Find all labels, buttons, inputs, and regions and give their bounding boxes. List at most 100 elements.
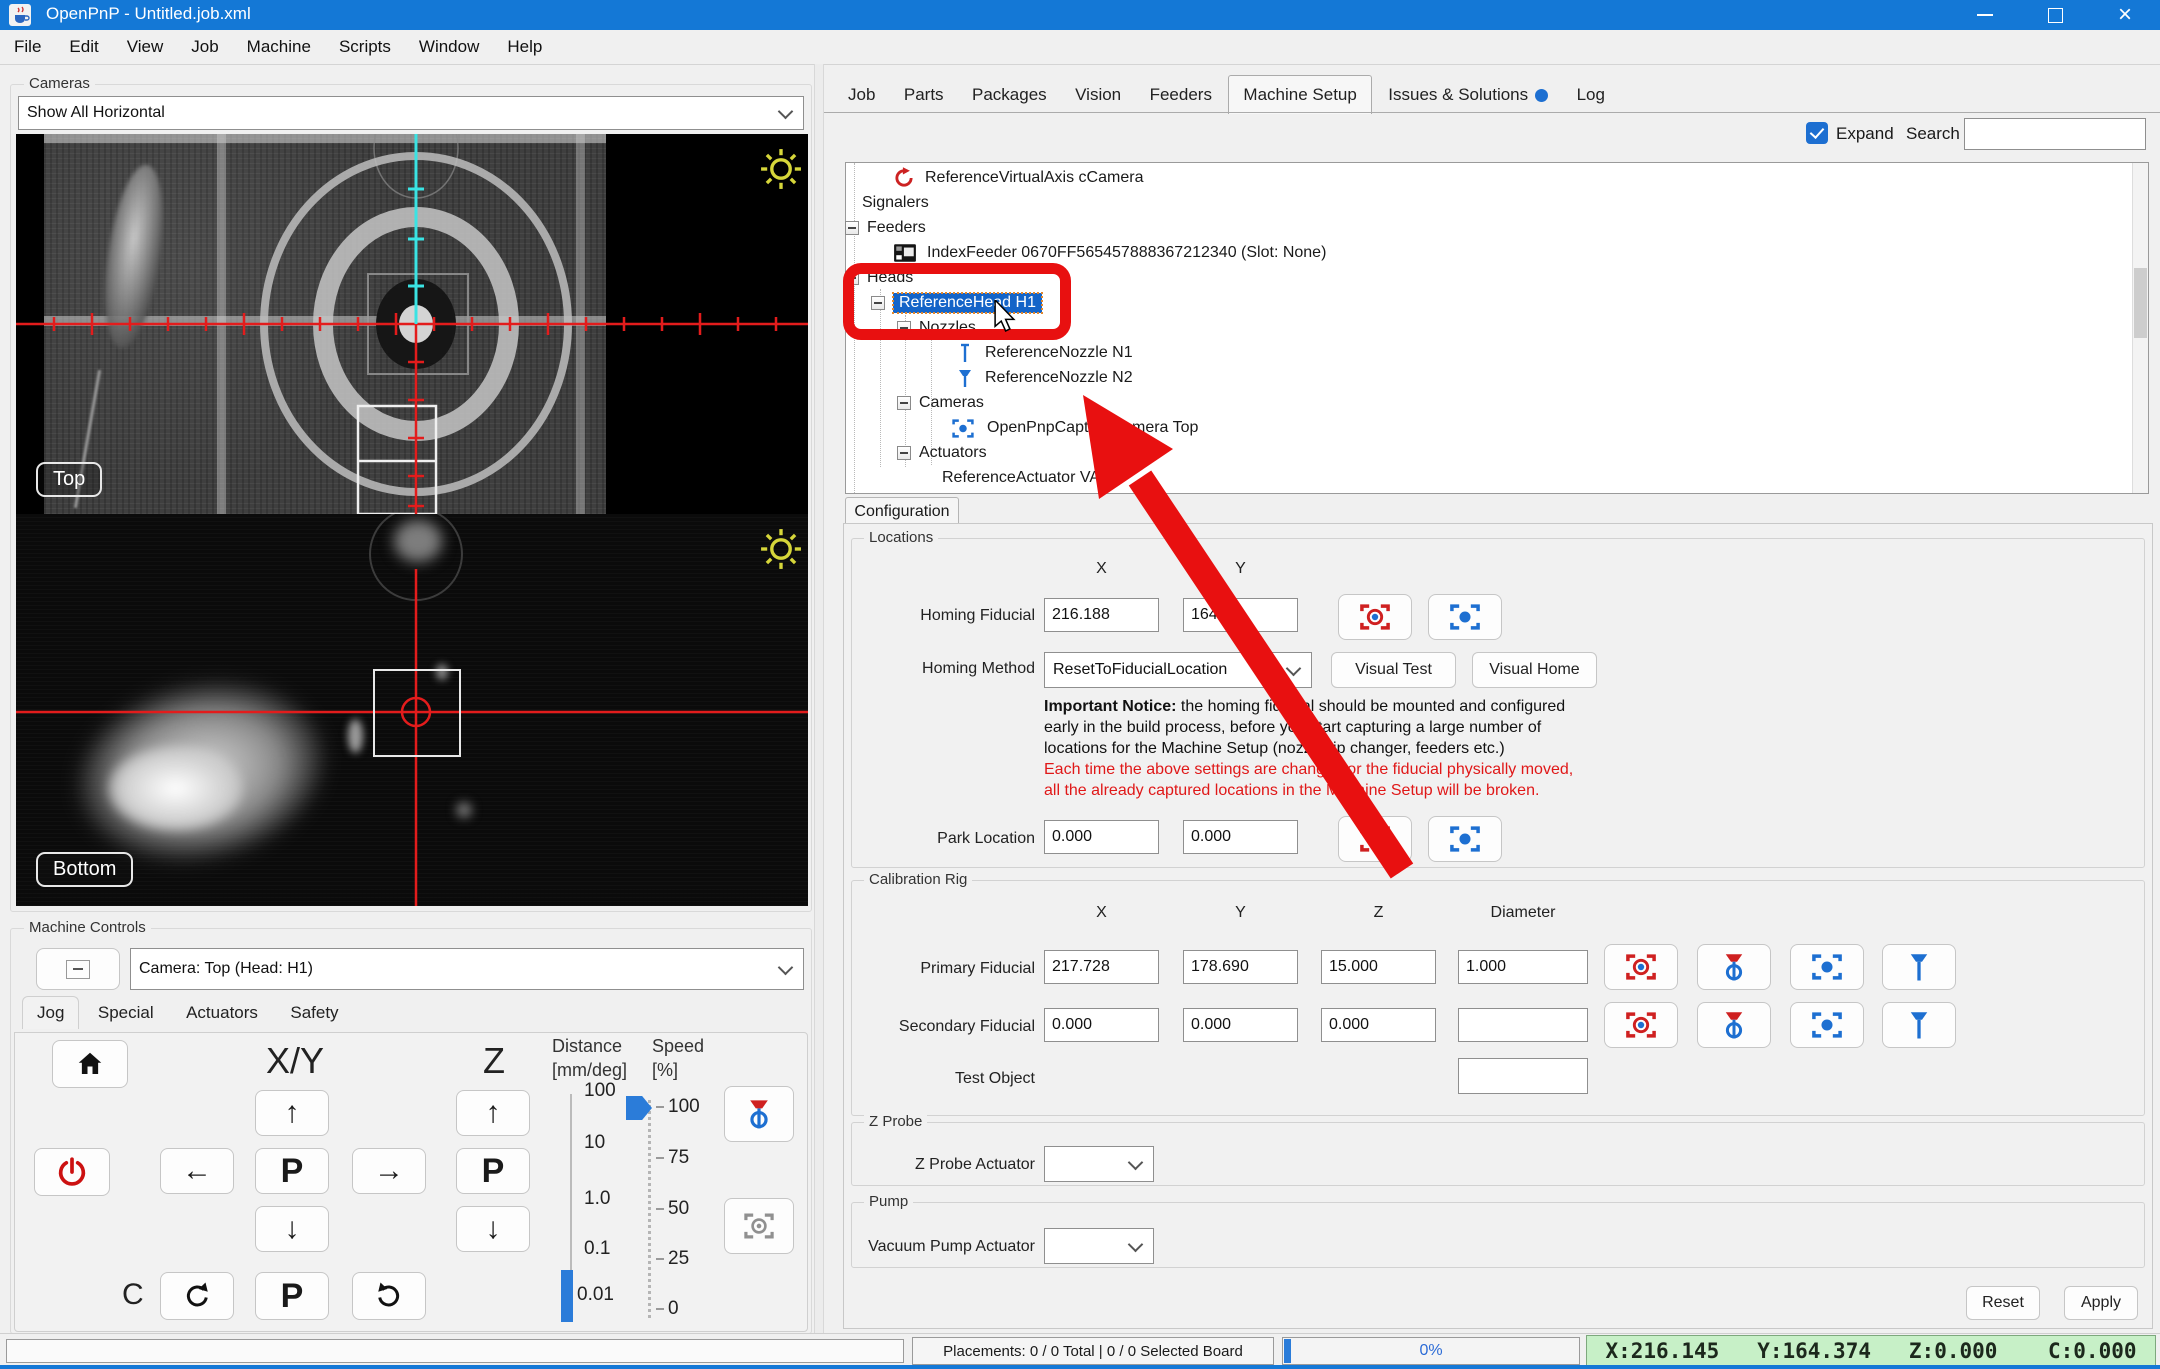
jog-z-plus-button[interactable]: ↑ — [456, 1090, 530, 1136]
capture-camera-location-button[interactable] — [1338, 816, 1412, 862]
visual-home-button[interactable]: Visual Home — [1472, 652, 1597, 688]
menu-scripts[interactable]: Scripts — [325, 37, 405, 57]
tree-row-reference-nozzle-n2[interactable]: ReferenceNozzle N2 — [956, 366, 1133, 390]
primary-z-input[interactable] — [1321, 950, 1436, 984]
position-camera-button[interactable] — [724, 1198, 794, 1254]
panel-splitter[interactable] — [814, 64, 824, 1333]
tree-row-actuators[interactable]: Actuators — [897, 441, 987, 465]
park-z-button[interactable]: P — [456, 1148, 530, 1194]
collapse-expander-icon[interactable] — [845, 221, 859, 235]
tree-row-reference-virtual-axis[interactable]: ReferenceVirtualAxis cCamera — [893, 166, 1143, 190]
camera-light-icon[interactable] — [758, 146, 804, 192]
primary-x-input[interactable] — [1044, 950, 1159, 984]
move-nozzle-to-location-button[interactable] — [1882, 944, 1956, 990]
tab-jog[interactable]: Jog — [22, 996, 80, 1029]
jog-y-plus-button[interactable]: ↑ — [255, 1090, 329, 1136]
camera-layout-select[interactable]: Show All Horizontal — [18, 96, 804, 130]
expand-checkbox[interactable] — [1806, 122, 1828, 144]
camera-view-top[interactable]: Top — [16, 134, 808, 514]
collapse-expander-icon[interactable] — [845, 271, 859, 285]
tree-row-nozzles[interactable]: Nozzles — [897, 316, 976, 340]
rotate-ccw-button[interactable] — [160, 1272, 234, 1320]
primary-diameter-input[interactable] — [1458, 950, 1588, 984]
close-button[interactable]: × — [2090, 0, 2160, 30]
collapse-expander-icon[interactable] — [897, 321, 911, 335]
menu-machine[interactable]: Machine — [233, 37, 325, 57]
distance-slider-thumb[interactable] — [561, 1270, 573, 1322]
jog-target-select[interactable]: Camera: Top (Head: H1) — [130, 948, 804, 990]
camera-light-icon[interactable] — [758, 526, 804, 572]
park-x-input[interactable] — [1044, 820, 1159, 854]
tab-special[interactable]: Special — [84, 997, 168, 1029]
capture-nozzle-location-button[interactable] — [1697, 944, 1771, 990]
tree-row-cameras[interactable]: Cameras — [897, 391, 984, 415]
jog-x-minus-button[interactable]: ← — [160, 1148, 234, 1194]
tab-parts[interactable]: Parts — [892, 78, 956, 112]
apply-button[interactable]: Apply — [2064, 1286, 2138, 1320]
park-y-input[interactable] — [1183, 820, 1298, 854]
tab-machine-setup[interactable]: Machine Setup — [1228, 75, 1372, 114]
capture-camera-location-button[interactable] — [1338, 594, 1412, 640]
tab-safety[interactable]: Safety — [276, 997, 352, 1029]
menu-file[interactable]: File — [0, 37, 55, 57]
park-xy-button[interactable]: P — [255, 1148, 329, 1194]
primary-y-input[interactable] — [1183, 950, 1298, 984]
power-button[interactable] — [34, 1148, 110, 1196]
rotate-cw-button[interactable] — [352, 1272, 426, 1320]
tree-row-indexfeeder[interactable]: IndexFeeder 0670FF565457888367212340 (Sl… — [893, 241, 1326, 265]
minimize-button[interactable] — [1950, 0, 2020, 30]
menu-help[interactable]: Help — [493, 37, 556, 57]
tree-row-signalers[interactable]: Signalers — [862, 191, 929, 215]
tree-row-heads[interactable]: Heads — [845, 266, 913, 290]
move-camera-to-location-button[interactable] — [1790, 944, 1864, 990]
secondary-diameter-input[interactable] — [1458, 1008, 1588, 1042]
homing-fiducial-y-input[interactable] — [1183, 598, 1298, 632]
collapse-expander-icon[interactable] — [871, 296, 885, 310]
tree-scrollbar[interactable] — [2132, 163, 2148, 493]
collapse-controls-button[interactable] — [36, 948, 120, 990]
menu-edit[interactable]: Edit — [55, 37, 112, 57]
secondary-x-input[interactable] — [1044, 1008, 1159, 1042]
move-camera-to-location-button[interactable] — [1428, 594, 1502, 640]
reset-button[interactable]: Reset — [1966, 1286, 2040, 1320]
speed-slider[interactable] — [648, 1100, 651, 1318]
tree-row-reference-head-h1[interactable]: ReferenceHead H1 — [871, 291, 1043, 315]
tree-scrollbar-thumb[interactable] — [2134, 268, 2147, 338]
tab-actuators[interactable]: Actuators — [172, 997, 272, 1029]
tab-feeders[interactable]: Feeders — [1138, 78, 1224, 112]
home-button[interactable] — [52, 1040, 128, 1088]
move-camera-to-location-button[interactable] — [1428, 816, 1502, 862]
capture-camera-location-button[interactable] — [1604, 1002, 1678, 1048]
tab-vision[interactable]: Vision — [1063, 78, 1133, 112]
maximize-button[interactable] — [2020, 0, 2090, 30]
move-camera-to-location-button[interactable] — [1790, 1002, 1864, 1048]
search-input[interactable] — [1964, 118, 2146, 150]
tree-row-reference-nozzle-n1[interactable]: ReferenceNozzle N1 — [956, 341, 1133, 365]
vacuum-pump-actuator-select[interactable] — [1044, 1228, 1154, 1264]
menu-job[interactable]: Job — [177, 37, 232, 57]
collapse-expander-icon[interactable] — [897, 396, 911, 410]
secondary-z-input[interactable] — [1321, 1008, 1436, 1042]
tree-row-openpnp-capture-camera[interactable]: OpenPnpCaptureCamera Top — [950, 416, 1198, 440]
tree-row-feeders[interactable]: Feeders — [845, 216, 926, 240]
secondary-y-input[interactable] — [1183, 1008, 1298, 1042]
visual-test-button[interactable]: Visual Test — [1331, 652, 1456, 688]
homing-fiducial-x-input[interactable] — [1044, 598, 1159, 632]
z-probe-actuator-select[interactable] — [1044, 1146, 1154, 1182]
tab-issues-solutions[interactable]: Issues & Solutions — [1376, 78, 1560, 112]
tab-job[interactable]: Job — [836, 78, 887, 112]
tab-configuration[interactable]: Configuration — [845, 497, 959, 525]
tab-packages[interactable]: Packages — [960, 78, 1059, 112]
menu-view[interactable]: View — [113, 37, 178, 57]
camera-view-bottom[interactable]: Bottom — [16, 514, 808, 906]
jog-z-minus-button[interactable]: ↓ — [456, 1206, 530, 1252]
jog-x-plus-button[interactable]: → — [352, 1148, 426, 1194]
move-nozzle-to-location-button[interactable] — [1882, 1002, 1956, 1048]
test-object-input[interactable] — [1458, 1058, 1588, 1094]
position-nozzle-button[interactable] — [724, 1086, 794, 1142]
capture-camera-location-button[interactable] — [1604, 944, 1678, 990]
capture-nozzle-location-button[interactable] — [1697, 1002, 1771, 1048]
tree-row-reference-actuator-vac1[interactable]: ReferenceActuator VAC1 — [942, 466, 1120, 490]
park-c-button[interactable]: P — [255, 1272, 329, 1320]
collapse-expander-icon[interactable] — [897, 446, 911, 460]
